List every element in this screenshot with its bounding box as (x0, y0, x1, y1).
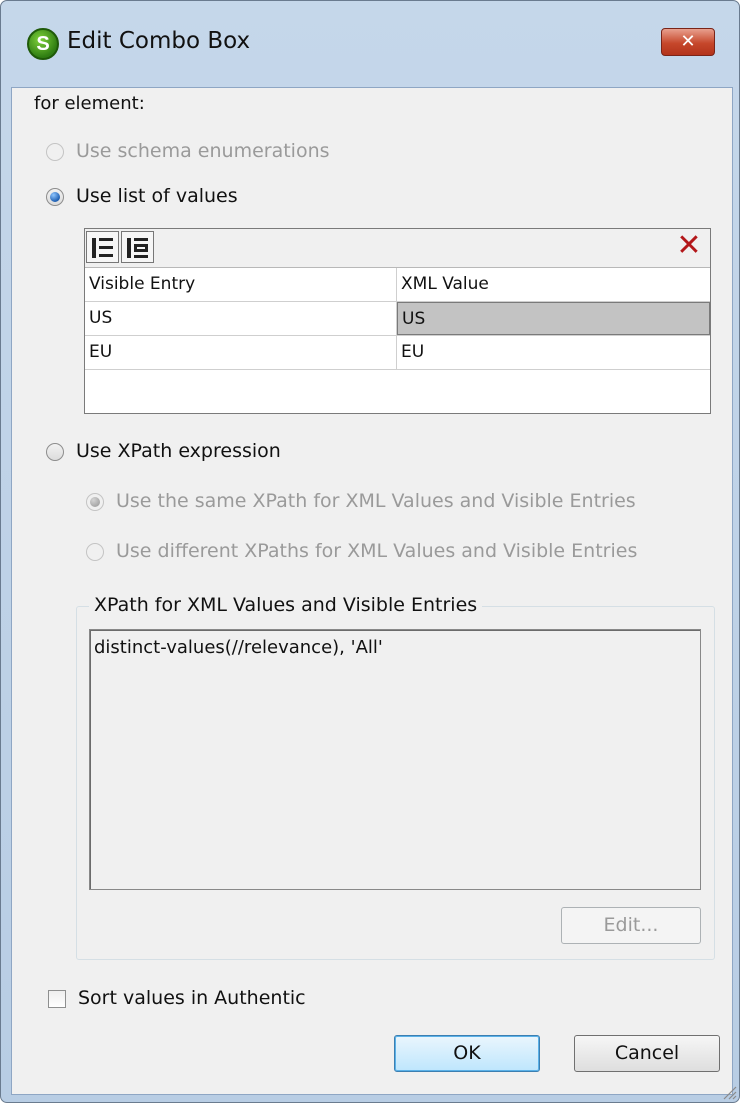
radio-selected-dot (50, 192, 60, 202)
same-xpath-label: Use the same XPath for XML Values and Vi… (116, 490, 636, 512)
insert-row-icon[interactable] (86, 231, 119, 263)
cancel-button[interactable]: Cancel (574, 1035, 720, 1072)
xpath-group-legend: XPath for XML Values and Visible Entries (89, 594, 483, 616)
xml-value-cell[interactable]: EU (397, 336, 710, 369)
dialog-title: Edit Combo Box (67, 28, 251, 54)
dialog-body: for element: Use schema enumerations Use… (11, 87, 733, 1095)
grid-header-row: Visible Entry XML Value (85, 268, 710, 302)
list-of-values-label: Use list of values (76, 185, 238, 207)
xml-value-cell[interactable]: US (397, 302, 710, 335)
schema-enumerations-label: Use schema enumerations (76, 140, 330, 162)
sort-values-checkbox[interactable] (48, 990, 66, 1008)
xpath-groupbox: XPath for XML Values and Visible Entries… (76, 594, 715, 960)
table-empty-row[interactable] (85, 370, 710, 403)
ok-button[interactable]: OK (394, 1035, 540, 1072)
grid-toolbar: ✕ (85, 229, 710, 268)
append-row-icon[interactable] (121, 231, 154, 263)
radio-selected-dot (90, 497, 100, 507)
sort-values-label: Sort values in Authentic (78, 987, 306, 1009)
title-bar[interactable]: S Edit Combo Box ✕ (1, 1, 739, 87)
visible-entry-cell[interactable]: EU (85, 336, 397, 369)
different-xpaths-radio[interactable] (86, 543, 104, 561)
table-row[interactable]: EU EU (85, 336, 710, 370)
table-row[interactable]: US US (85, 302, 710, 336)
schema-enumerations-radio[interactable] (46, 143, 64, 161)
for-element-label: for element: (34, 93, 145, 114)
column-header-visible-entry: Visible Entry (85, 268, 397, 301)
same-xpath-radio[interactable] (86, 493, 104, 511)
delete-row-icon[interactable]: ✕ (674, 230, 704, 262)
xpath-textarea[interactable]: distinct-values(//relevance), 'All' (89, 629, 701, 890)
visible-entry-cell[interactable]: US (85, 302, 397, 335)
list-of-values-radio[interactable] (46, 188, 64, 206)
xpath-expression-label: Use XPath expression (76, 440, 281, 462)
values-grid: ✕ Visible Entry XML Value US US EU EU (84, 228, 711, 414)
xpath-expression-radio[interactable] (46, 443, 64, 461)
resize-grip-icon[interactable] (721, 1084, 737, 1100)
app-logo-icon: S (27, 28, 59, 60)
different-xpaths-label: Use different XPaths for XML Values and … (116, 540, 638, 562)
column-header-xml-value: XML Value (401, 274, 489, 294)
close-button[interactable]: ✕ (661, 28, 715, 56)
edit-combo-box-dialog: S Edit Combo Box ✕ for element: Use sche… (0, 0, 740, 1103)
xpath-expression-text: distinct-values(//relevance), 'All' (94, 637, 383, 658)
edit-button[interactable]: Edit... (561, 907, 701, 944)
